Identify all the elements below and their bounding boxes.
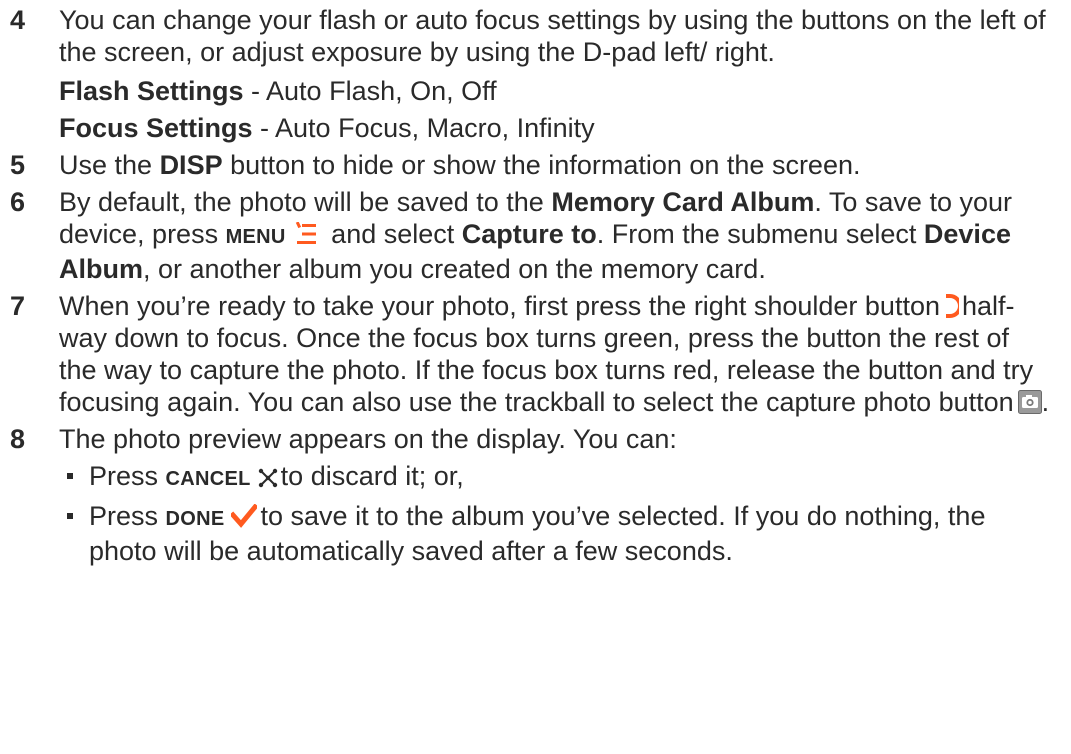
step-number: 4 [10, 5, 26, 35]
manual-page: 4 You can change your flash or auto focu… [0, 0, 1071, 754]
step-text: By default, the photo will be saved to t… [59, 187, 552, 217]
list-item: Press CANCEL to discard it; or, [59, 460, 1051, 495]
step-text: to discard it; or, [280, 461, 464, 491]
step-text: Use the [59, 150, 160, 180]
list-item: Press DONE to save it to the album you’ve… [59, 500, 1051, 567]
focus-settings-line: Focus Settings - Auto Focus, Macro, Infi… [59, 112, 1051, 144]
step-text: Press [89, 501, 166, 531]
focus-settings-options: - Auto Focus, Macro, Infinity [252, 113, 595, 143]
step-text: When you’re ready to take your photo, fi… [59, 291, 940, 321]
step-5: 5 Use the DISP button to hide or show th… [0, 149, 1051, 181]
step-text: and select [323, 219, 462, 249]
step-body: Use the DISP button to hide or show the … [59, 149, 1051, 181]
step-body: You can change your flash or auto focus … [59, 4, 1051, 144]
step-text: button to hide or show the information o… [222, 150, 861, 180]
cancel-key: CANCEL [165, 468, 251, 490]
step-number: 7 [10, 291, 26, 321]
done-key: DONE [165, 508, 225, 530]
step-body: The photo preview appears on the display… [59, 423, 1051, 572]
menu-key: MENU [225, 226, 286, 248]
flash-settings-options: - Auto Flash, On, Off [243, 76, 497, 106]
step-text: . [1041, 387, 1050, 417]
done-checkmark-icon [228, 503, 259, 528]
step-8: 8 The photo preview appears on the displ… [0, 423, 1051, 572]
step-number: 5 [10, 150, 26, 180]
bullet-icon [67, 473, 73, 479]
step-4: 4 You can change your flash or auto focu… [0, 4, 1051, 144]
camera-capture-icon [1017, 389, 1042, 414]
disp-key: DISP [159, 150, 223, 180]
step-text: Press [89, 461, 166, 491]
right-shoulder-button-icon [943, 293, 962, 318]
step-number: 6 [10, 187, 26, 217]
cancel-x-icon [257, 464, 279, 488]
flash-settings-line: Flash Settings - Auto Flash, On, Off [59, 75, 1051, 107]
capture-to-label: Capture to [461, 219, 597, 249]
focus-settings-label: Focus Settings [59, 113, 253, 143]
step-text: You can change your flash or auto focus … [59, 5, 1046, 67]
step-text: The photo preview appears on the display… [59, 424, 677, 454]
flash-settings-label: Flash Settings [59, 76, 244, 106]
option-list: Press CANCEL to discard it; or, Press DON… [59, 460, 1051, 567]
step-number: 8 [10, 424, 26, 454]
bullet-icon [67, 513, 73, 519]
step-text: . From the submenu select [596, 219, 924, 249]
step-body: When you’re ready to take your photo, fi… [59, 290, 1051, 418]
step-6: 6 By default, the photo will be saved to… [0, 186, 1051, 285]
step-text: , or another album you created on the me… [143, 254, 766, 284]
step-body: By default, the photo will be saved to t… [59, 186, 1051, 285]
menu-lines-icon [294, 221, 320, 245]
memory-card-album-label: Memory Card Album [551, 187, 815, 217]
step-7: 7 When you’re ready to take your photo, … [0, 290, 1051, 418]
